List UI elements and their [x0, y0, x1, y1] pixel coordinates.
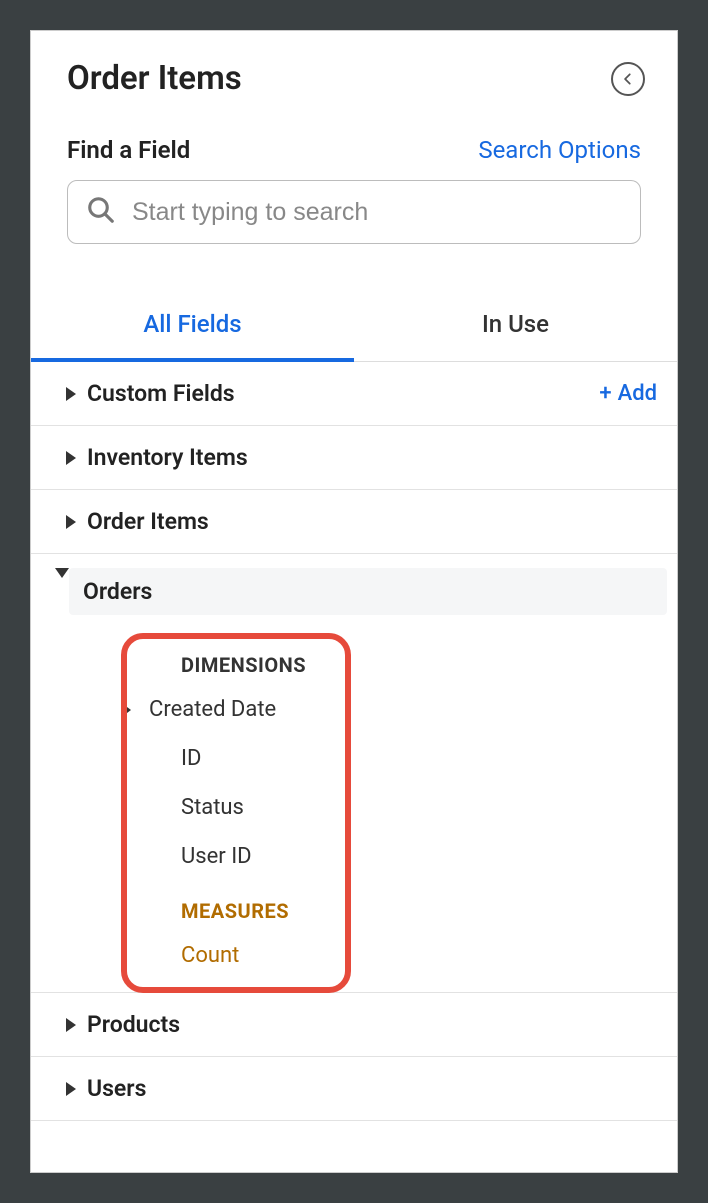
section-order-items[interactable]: Order Items — [31, 490, 677, 554]
panel-title: Order Items — [67, 59, 242, 98]
section-orders[interactable]: Orders — [31, 554, 677, 629]
caret-right-icon — [55, 515, 87, 529]
field-count[interactable]: Count — [31, 931, 677, 980]
section-custom-fields[interactable]: Custom Fields + Add — [31, 362, 677, 426]
orders-content: DIMENSIONS Created Date ID Status User I… — [31, 629, 677, 992]
section-label: Custom Fields — [87, 380, 599, 407]
caret-down-icon — [55, 578, 69, 605]
plus-icon: + — [599, 381, 611, 406]
section-label: Users — [87, 1075, 657, 1102]
search-label: Find a Field — [67, 136, 190, 164]
field-id[interactable]: ID — [31, 734, 677, 783]
field-label: Created Date — [149, 697, 276, 722]
section-label: Inventory Items — [87, 444, 657, 471]
chevron-left-icon — [621, 72, 635, 86]
section-users[interactable]: Users — [31, 1057, 677, 1121]
field-picker-panel: Order Items Find a Field Search Options … — [30, 30, 678, 1173]
add-label: Add — [618, 381, 657, 406]
tab-in-use[interactable]: In Use — [354, 294, 677, 361]
section-products[interactable]: Products — [31, 992, 677, 1057]
section-label: Order Items — [87, 508, 657, 535]
caret-right-icon — [55, 451, 87, 465]
section-inventory-items[interactable]: Inventory Items — [31, 426, 677, 490]
field-label: Status — [181, 795, 244, 820]
section-label: Orders — [69, 568, 667, 615]
collapse-button[interactable] — [611, 62, 645, 96]
field-status[interactable]: Status — [31, 783, 677, 832]
measures-header: MEASURES — [31, 881, 677, 931]
caret-right-icon — [55, 387, 87, 401]
search-icon — [86, 195, 116, 229]
field-user-id[interactable]: User ID — [31, 832, 677, 881]
caret-right-icon — [115, 704, 139, 716]
add-custom-field-link[interactable]: + Add — [599, 381, 657, 406]
caret-right-icon — [55, 1018, 87, 1032]
section-label: Products — [87, 1011, 657, 1038]
tab-all-fields[interactable]: All Fields — [31, 294, 354, 362]
search-box[interactable] — [67, 180, 641, 244]
dimensions-header: DIMENSIONS — [31, 635, 677, 685]
caret-right-icon — [55, 1082, 87, 1096]
tabs: All Fields In Use — [31, 294, 677, 362]
field-label: Count — [181, 943, 239, 968]
search-options-link[interactable]: Search Options — [478, 136, 641, 164]
panel-header: Order Items — [31, 31, 677, 108]
search-label-row: Find a Field Search Options — [67, 136, 641, 164]
search-input[interactable] — [132, 198, 622, 227]
field-label: User ID — [181, 844, 252, 869]
search-section: Find a Field Search Options — [31, 108, 677, 244]
field-label: ID — [181, 746, 201, 771]
field-created-date[interactable]: Created Date — [31, 685, 677, 734]
